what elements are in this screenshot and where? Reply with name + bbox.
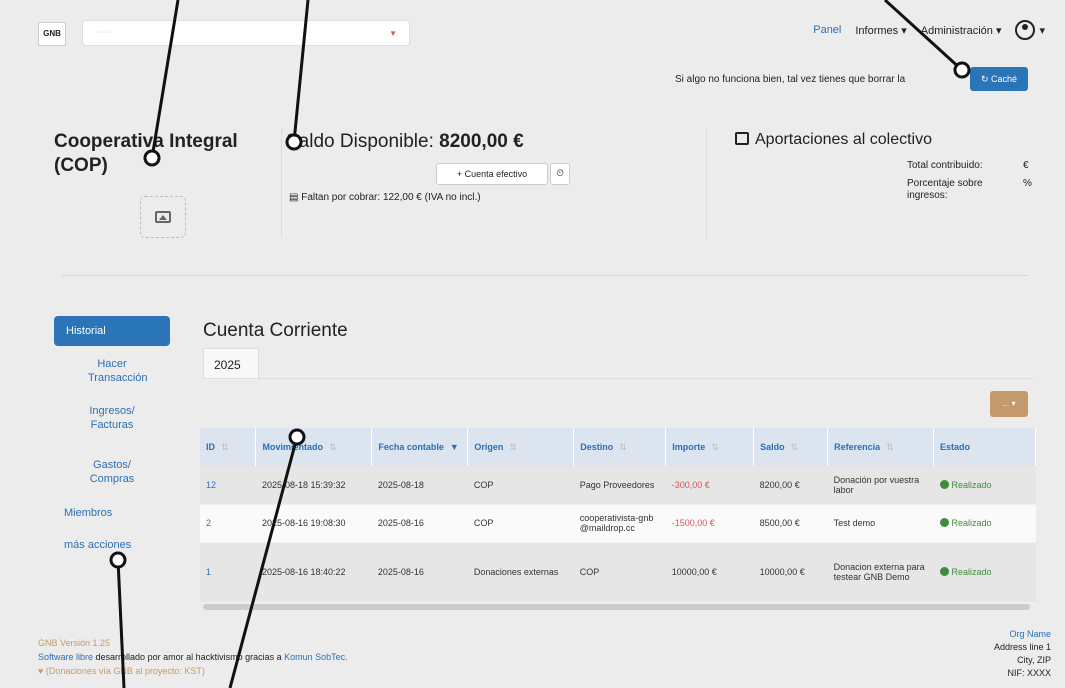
annotation-marker xyxy=(953,61,971,79)
annotation-marker xyxy=(288,428,306,446)
annotation-line xyxy=(883,0,964,72)
annotation-marker xyxy=(109,551,127,569)
annotation-line xyxy=(228,436,299,688)
annotation-marker xyxy=(285,133,303,151)
annotation-line xyxy=(150,0,180,159)
annotation-line xyxy=(292,0,310,143)
annotation-line xyxy=(116,559,126,688)
annotation-marker xyxy=(143,149,161,167)
annotation-overlay xyxy=(109,0,971,688)
